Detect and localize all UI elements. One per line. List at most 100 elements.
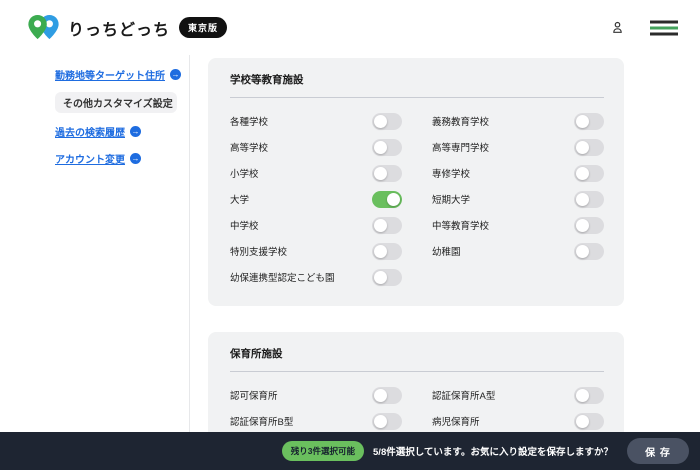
sidebar-item-label: その他カスタマイズ設定 — [63, 95, 173, 110]
toggle-switch[interactable] — [574, 113, 604, 130]
map-pins-icon — [28, 15, 59, 40]
toggle-row: 高等学校 — [230, 134, 402, 160]
hamburger-menu-icon — [650, 20, 678, 36]
toggle-row: 幼稚園 — [432, 238, 604, 264]
brand-logo[interactable]: りっちどっち 東京版 — [28, 15, 227, 40]
toggle-row: 小学校 — [230, 160, 402, 186]
toggle-label: 中学校 — [230, 218, 259, 232]
toggle-row: 認可保育所 — [230, 382, 402, 408]
toggle-row: 認証保育所A型 — [432, 382, 604, 408]
section-divider — [230, 97, 604, 98]
menu-button[interactable] — [650, 20, 678, 36]
selection-status-message: 5/8件選択しています。お気に入り設定を保存しますか？ — [373, 444, 613, 458]
toggle-column: 認可保育所認証保育所B型 — [230, 382, 402, 434]
toggle-switch[interactable] — [372, 113, 402, 130]
toggle-switch[interactable] — [372, 139, 402, 156]
toggle-label: 専修学校 — [432, 166, 470, 180]
toggle-label: 病児保育所 — [432, 414, 480, 428]
toggle-row: 短期大学 — [432, 186, 604, 212]
toggle-switch[interactable] — [574, 165, 604, 182]
sidebar-divider — [189, 55, 190, 470]
toggle-knob — [576, 219, 589, 232]
remaining-count-badge: 残り3件選択可能 — [282, 441, 364, 461]
toggle-knob — [374, 415, 387, 428]
toggle-switch[interactable] — [372, 387, 402, 404]
toggle-label: 短期大学 — [432, 192, 470, 206]
toggle-label: 高等専門学校 — [432, 140, 489, 154]
toggle-row: 病児保育所 — [432, 408, 604, 434]
toggle-knob — [576, 415, 589, 428]
toggle-grid: 各種学校高等学校小学校大学中学校特別支援学校幼保連携型認定こども園 義務教育学校高… — [230, 108, 604, 290]
toggle-label: 大学 — [230, 192, 249, 206]
toggle-row: 中等教育学校 — [432, 212, 604, 238]
toggle-knob — [576, 167, 589, 180]
toggle-column: 各種学校高等学校小学校大学中学校特別支援学校幼保連携型認定こども園 — [230, 108, 402, 290]
header: りっちどっち 東京版 — [0, 0, 700, 55]
toggle-switch[interactable] — [372, 217, 402, 234]
toggle-knob — [576, 389, 589, 402]
toggle-label: 幼保連携型認定こども園 — [230, 270, 335, 284]
sidebar-item-2[interactable]: 過去の検索履歴→ — [55, 122, 177, 141]
toggle-row: 特別支援学校 — [230, 238, 402, 264]
toggle-switch[interactable] — [372, 413, 402, 430]
toggle-switch[interactable] — [574, 139, 604, 156]
tokyo-edition-badge: 東京版 — [179, 17, 227, 38]
toggle-row: 中学校 — [230, 212, 402, 238]
toggle-switch[interactable] — [372, 243, 402, 260]
toggle-switch[interactable] — [372, 191, 402, 208]
toggle-row: 義務教育学校 — [432, 108, 604, 134]
save-button[interactable]: 保 存 — [627, 438, 689, 464]
toggle-switch[interactable] — [372, 165, 402, 182]
toggle-knob — [374, 141, 387, 154]
toggle-switch[interactable] — [574, 413, 604, 430]
toggle-label: 認証保育所A型 — [432, 388, 495, 402]
sidebar-item-0[interactable]: 勤務地等ターゲット住所→ — [55, 65, 177, 84]
sidebar-nav: 勤務地等ターゲット住所→その他カスタマイズ設定過去の検索履歴→アカウント変更→ — [0, 55, 189, 432]
toggle-knob — [576, 141, 589, 154]
toggle-switch[interactable] — [574, 217, 604, 234]
arrow-right-icon: → — [170, 69, 181, 80]
toggle-knob — [374, 115, 387, 128]
person-icon — [611, 21, 624, 34]
toggle-row: 各種学校 — [230, 108, 402, 134]
toggle-column: 認証保育所A型病児保育所 — [432, 382, 604, 434]
section-card-0: 学校等教育施設各種学校高等学校小学校大学中学校特別支援学校幼保連携型認定こども園… — [208, 58, 624, 306]
toggle-label: 認可保育所 — [230, 388, 278, 402]
section-title: 学校等教育施設 — [230, 72, 604, 87]
toggle-label: 認証保育所B型 — [230, 414, 293, 428]
section-divider — [230, 371, 604, 372]
toggle-label: 特別支援学校 — [230, 244, 287, 258]
toggle-knob — [576, 245, 589, 258]
toggle-row: 専修学校 — [432, 160, 604, 186]
account-button[interactable] — [611, 21, 624, 34]
header-actions — [611, 20, 678, 36]
toggle-switch[interactable] — [372, 269, 402, 286]
toggle-row: 認証保育所B型 — [230, 408, 402, 434]
brand-text: りっちどっち — [68, 16, 170, 40]
toggle-switch[interactable] — [574, 191, 604, 208]
toggle-knob — [374, 389, 387, 402]
toggle-switch[interactable] — [574, 387, 604, 404]
toggle-row: 大学 — [230, 186, 402, 212]
sidebar-item-label: 過去の検索履歴 — [55, 124, 125, 139]
main-content: 学校等教育施設各種学校高等学校小学校大学中学校特別支援学校幼保連携型認定こども園… — [208, 55, 700, 470]
toggle-label: 小学校 — [230, 166, 259, 180]
toggle-label: 義務教育学校 — [432, 114, 489, 128]
footer-bar: 残り3件選択可能 5/8件選択しています。お気に入り設定を保存しますか？ 保 存 — [0, 432, 700, 470]
toggle-knob — [374, 167, 387, 180]
sidebar-item-label: 勤務地等ターゲット住所 — [55, 67, 165, 82]
sidebar-item-3[interactable]: アカウント変更→ — [55, 149, 177, 168]
section-title: 保育所施設 — [230, 346, 604, 361]
toggle-knob — [387, 193, 400, 206]
toggle-knob — [374, 271, 387, 284]
toggle-knob — [374, 245, 387, 258]
sidebar-item-1[interactable]: その他カスタマイズ設定 — [55, 92, 177, 113]
toggle-label: 各種学校 — [230, 114, 268, 128]
toggle-row: 幼保連携型認定こども園 — [230, 264, 402, 290]
toggle-knob — [374, 219, 387, 232]
toggle-label: 幼稚園 — [432, 244, 461, 258]
toggle-knob — [576, 193, 589, 206]
toggle-grid: 認可保育所認証保育所B型認証保育所A型病児保育所 — [230, 382, 604, 434]
toggle-switch[interactable] — [574, 243, 604, 260]
toggle-knob — [576, 115, 589, 128]
